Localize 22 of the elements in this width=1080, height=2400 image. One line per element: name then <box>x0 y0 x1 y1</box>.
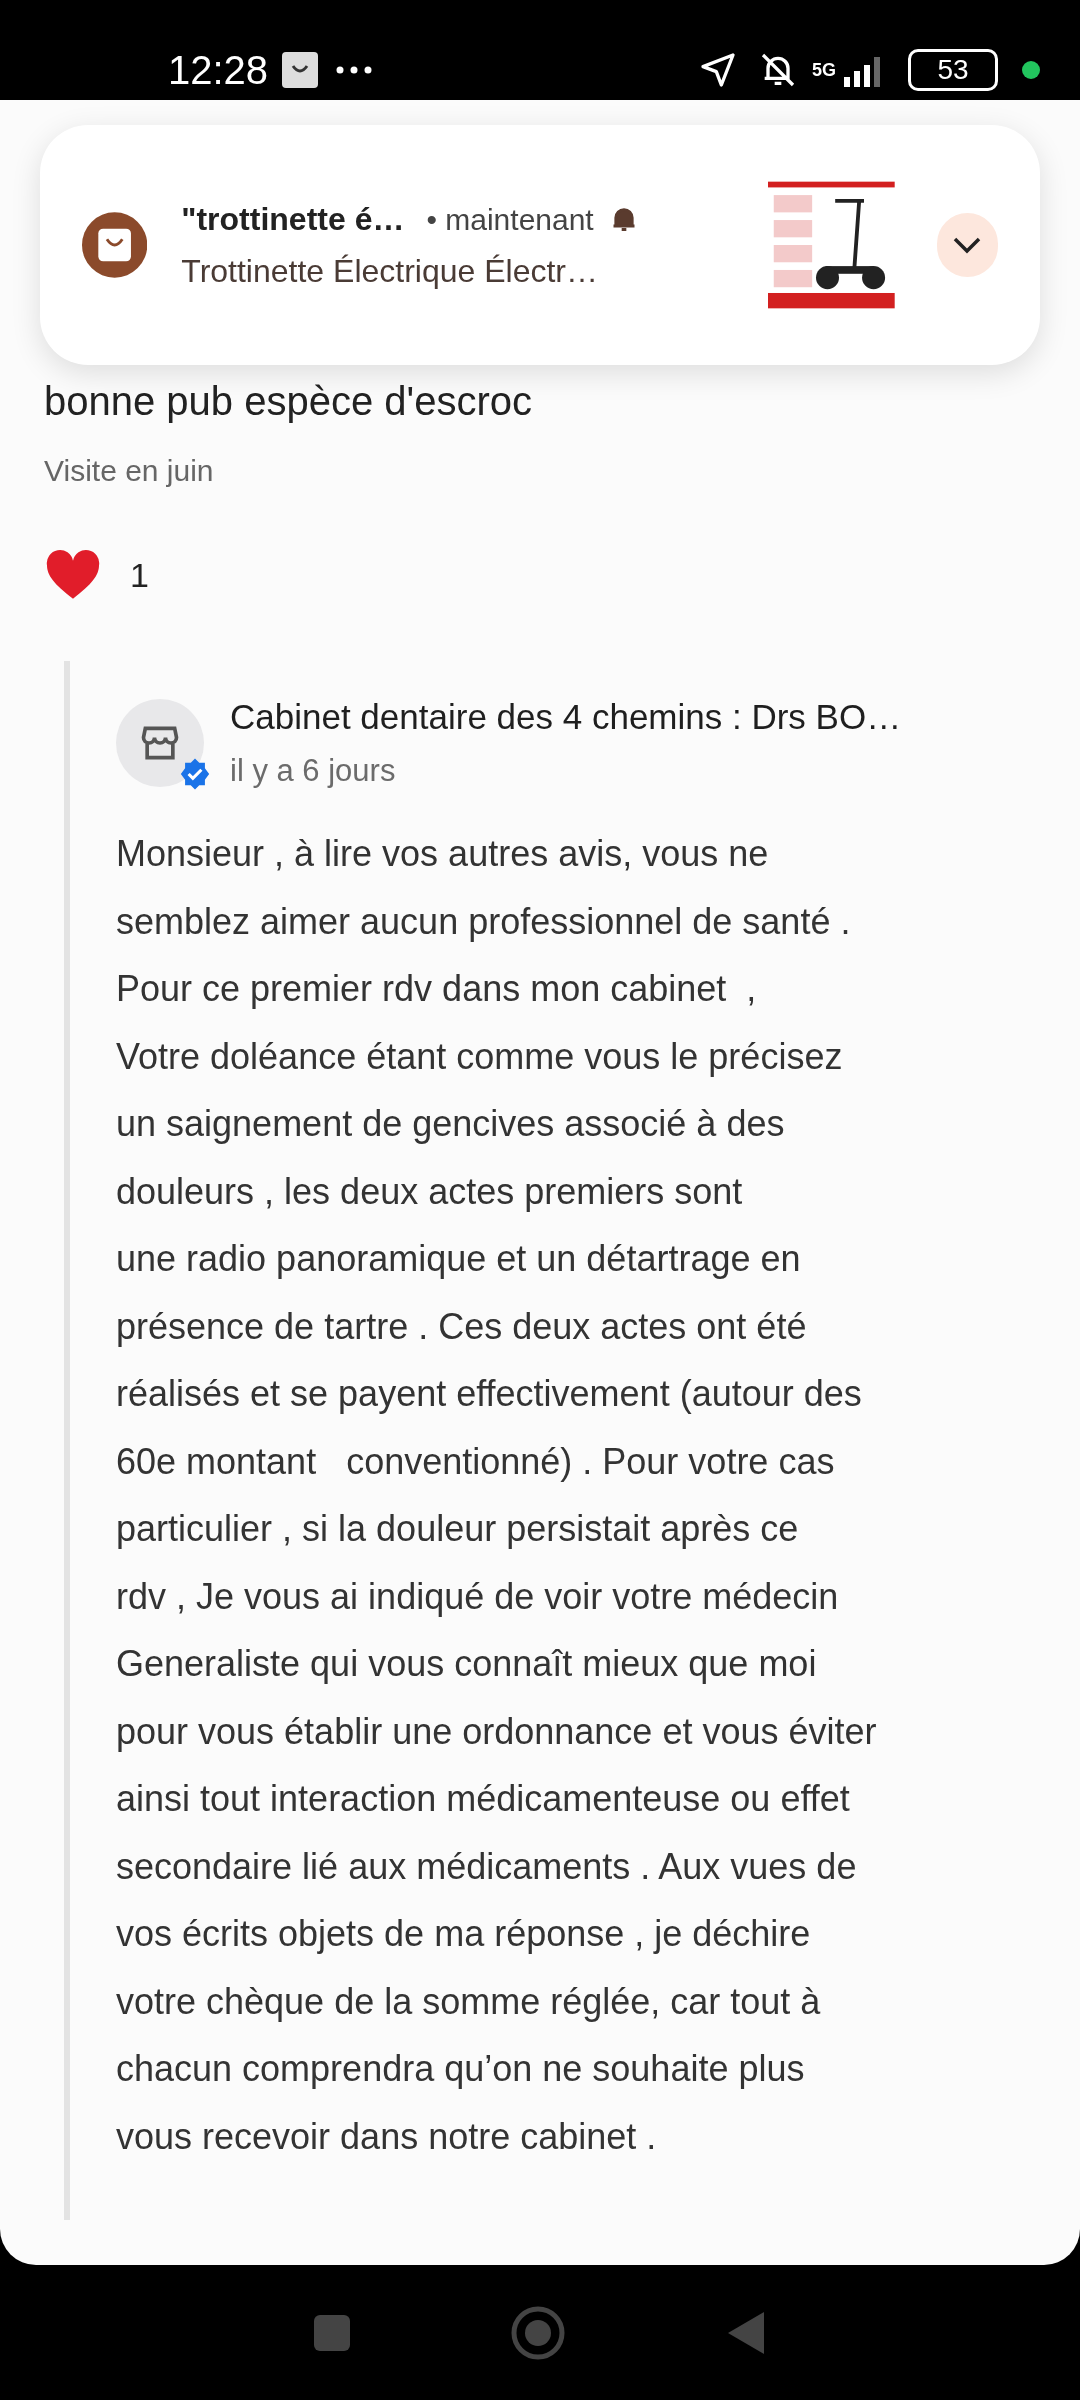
reply-date: il y a 6 jours <box>230 751 397 790</box>
reply-text: Monsieur , à lire vos autres avis, vous ne semblez aimer aucun professionnel de santé . Pour ce premier rdv dans mon cabinet , Votre doléance étant comme vous le précisez un saignement de gencives associé à des douleurs , les deux actes premiers sont une radio panoramique et un détartrage en présence de tartre . Ces deux actes ont été réalisés et se payent effectivement (autour des 60e montant conventionné) . Pour votre cas particulier , si la douleur persistait après ce rdv , Je vous ai indiqué de voir votre médecin Generaliste qui vous connaît mieux que moi pour vous établir une ordonnance et vous éviter ainsi tout interaction médicamenteuse ou effet secondaire lié aux médicaments . Aux vues de vos écrits objets de ma réponse , je déchire votre chèque de la somme réglée, car tout à chacun comprendra qu’on ne souhaite plus vous recevoir dans notre cabinet . <box>116 832 878 2159</box>
back-icon[interactable] <box>726 2309 766 2356</box>
battery-indicator: 53 <box>908 49 998 91</box>
clock-text: 12:28 <box>168 47 269 94</box>
notification-text: Trottinette Électrique Électr… <box>181 252 599 291</box>
notification-time: • maintenant <box>426 201 594 238</box>
more-icon <box>336 66 373 74</box>
reaction-count: 1 <box>130 554 149 596</box>
notification-card[interactable]: "trottinette é… • maintenant Trottinette Électrique Électr… <box>40 125 1040 365</box>
chevron-icon <box>952 236 983 254</box>
review-text: bonne pub espèce d'escroc <box>44 378 533 425</box>
reply-author[interactable]: Cabinet dentaire des 4 chemins : Drs BO… <box>230 691 902 744</box>
home-icon[interactable] <box>510 2304 566 2361</box>
recents-icon[interactable] <box>314 2314 350 2351</box>
location-arrow-icon <box>698 50 738 90</box>
visit-date: Visite en juin <box>43 453 215 489</box>
network-text: 5G <box>812 61 836 79</box>
shopping-bag-icon <box>282 52 319 88</box>
heart-icon[interactable] <box>44 549 102 601</box>
notification-title: "trottinette é… <box>181 200 405 239</box>
shopping-bag-icon <box>82 211 148 279</box>
